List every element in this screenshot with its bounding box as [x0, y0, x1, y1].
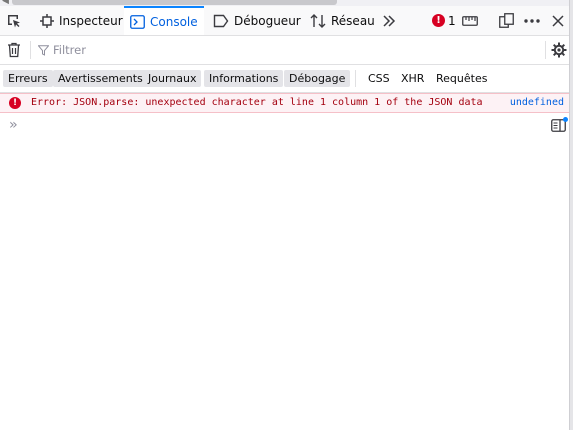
- filter-logs-toggle[interactable]: Journaux: [143, 70, 202, 87]
- filter-info-toggle[interactable]: Informations: [204, 70, 284, 87]
- tab-inspector-label: Inspecteur: [59, 13, 123, 28]
- console-settings-button[interactable]: [551, 42, 567, 61]
- filter-debug-toggle[interactable]: Débogage: [284, 70, 351, 87]
- message-source-link[interactable]: undefined: [510, 97, 564, 108]
- network-icon: [310, 13, 326, 28]
- log-level-filters: Erreurs Avertissements Journaux Informat…: [0, 65, 570, 93]
- trash-icon: [8, 42, 20, 58]
- gear-icon: [551, 42, 567, 58]
- divider: [355, 70, 356, 87]
- tab-inspector[interactable]: Inspecteur: [40, 6, 123, 35]
- divider: [30, 41, 31, 59]
- tab-console[interactable]: Console: [124, 6, 204, 35]
- ruler-icon: [462, 15, 478, 26]
- tab-network-label: Réseau: [331, 13, 375, 28]
- dock-button[interactable]: [499, 6, 514, 35]
- filter-input[interactable]: [53, 43, 523, 57]
- clear-console-button[interactable]: [7, 42, 21, 61]
- error-count: 1: [448, 13, 456, 28]
- scrollbar-thumb[interactable]: [12, 0, 337, 5]
- notification-dot: [563, 117, 568, 122]
- filter-css-toggle[interactable]: CSS: [368, 70, 390, 87]
- filter-requests-toggle[interactable]: Requêtes: [436, 70, 487, 87]
- filter-errors-toggle[interactable]: Erreurs: [3, 70, 53, 87]
- pick-element-icon: [8, 14, 20, 27]
- more-tools-button[interactable]: [382, 6, 396, 35]
- error-icon: !: [9, 97, 21, 109]
- divider: [545, 41, 546, 59]
- chevron-double-right-icon: [383, 14, 396, 27]
- close-icon: [552, 14, 564, 27]
- tab-network[interactable]: Réseau: [310, 6, 375, 35]
- console-filter-bar: [0, 36, 570, 65]
- tab-debugger-label: Débogueur: [234, 13, 301, 28]
- filter-warnings-toggle[interactable]: Avertissements: [53, 70, 148, 87]
- dock-side-icon: [499, 13, 514, 28]
- filter-xhr-toggle[interactable]: XHR: [401, 70, 424, 87]
- tab-debugger[interactable]: Débogueur: [213, 6, 301, 35]
- filter-icon: [38, 44, 49, 56]
- filter-field[interactable]: [38, 40, 538, 60]
- console-input-prompt[interactable]: »: [9, 117, 17, 133]
- console-message-error[interactable]: ! Error: JSON.parse: unexpected characte…: [0, 93, 570, 113]
- debugger-icon: [213, 14, 229, 27]
- ruler-button[interactable]: [462, 6, 478, 35]
- more-dots-icon: [524, 18, 540, 23]
- element-picker-button[interactable]: [6, 6, 22, 35]
- inspector-icon: [40, 13, 54, 28]
- error-message-text: Error: JSON.parse: unexpected character …: [31, 97, 483, 108]
- close-devtools-button[interactable]: [552, 6, 564, 35]
- window-edge: [569, 0, 573, 430]
- console-icon: [130, 14, 145, 29]
- options-menu-button[interactable]: [524, 6, 540, 35]
- devtools-toolbar: Inspecteur Console Débogueur Réseau ! 1: [0, 6, 570, 36]
- error-count-button[interactable]: ! 1: [432, 6, 456, 35]
- error-icon: !: [432, 14, 445, 27]
- tab-console-label: Console: [150, 14, 198, 29]
